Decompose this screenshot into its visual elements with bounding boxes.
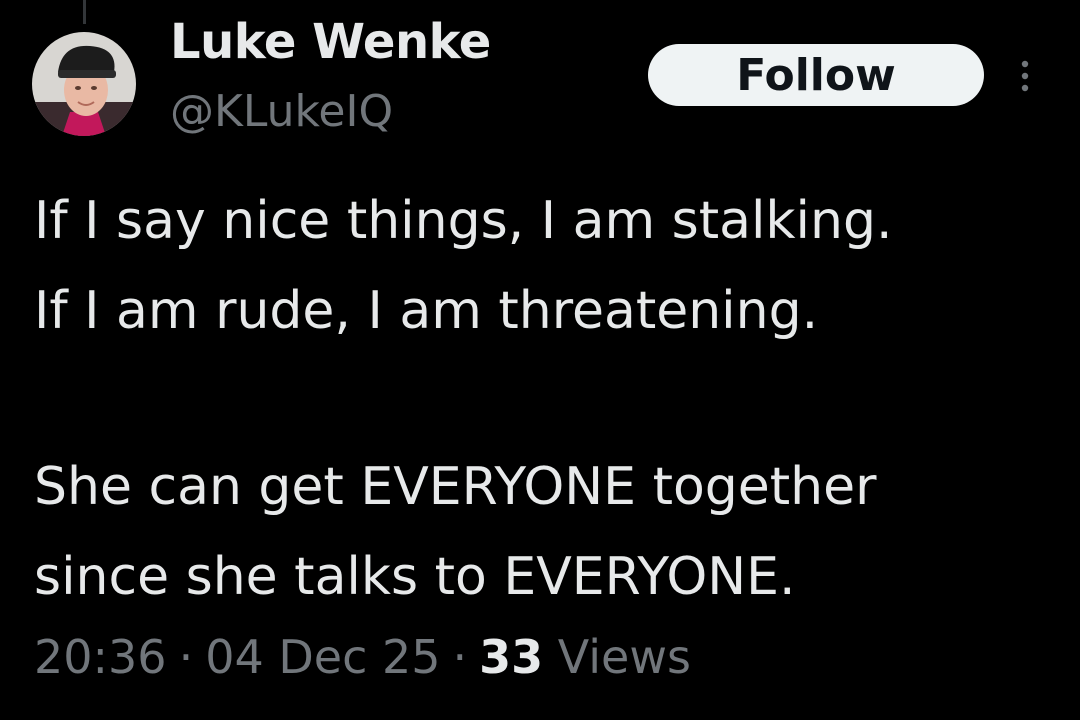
tweet-text-line: If I say nice things, I am stalking. <box>34 191 893 251</box>
meta-separator: · <box>178 630 194 684</box>
views-label: Views <box>557 630 691 684</box>
more-vertical-icon[interactable] <box>1010 56 1040 96</box>
tweet-time[interactable]: 20:36 <box>34 630 167 684</box>
avatar[interactable] <box>32 32 136 136</box>
tweet-text-line: since she talks to EVERYONE. <box>34 547 796 607</box>
follow-button[interactable]: Follow <box>648 44 984 106</box>
views-count: 33 <box>479 630 544 684</box>
meta-separator: · <box>452 630 468 684</box>
tweet-date[interactable]: 04 Dec 25 <box>205 630 440 684</box>
tweet-metadata: 20:36 · 04 Dec 25 · 33 Views <box>34 630 691 684</box>
tweet-text-line: She can get EVERYONE together <box>34 457 877 517</box>
user-handle[interactable]: @KLukeIQ <box>170 86 393 137</box>
tweet-text-line: If I am rude, I am threatening. <box>34 281 819 341</box>
profile-photo-icon <box>32 32 136 136</box>
tweet-text: If I say nice things, I am stalking. If … <box>34 176 1064 622</box>
follow-button-label: Follow <box>736 49 896 101</box>
thread-connector-line <box>83 0 86 24</box>
display-name[interactable]: Luke Wenke <box>170 14 491 70</box>
